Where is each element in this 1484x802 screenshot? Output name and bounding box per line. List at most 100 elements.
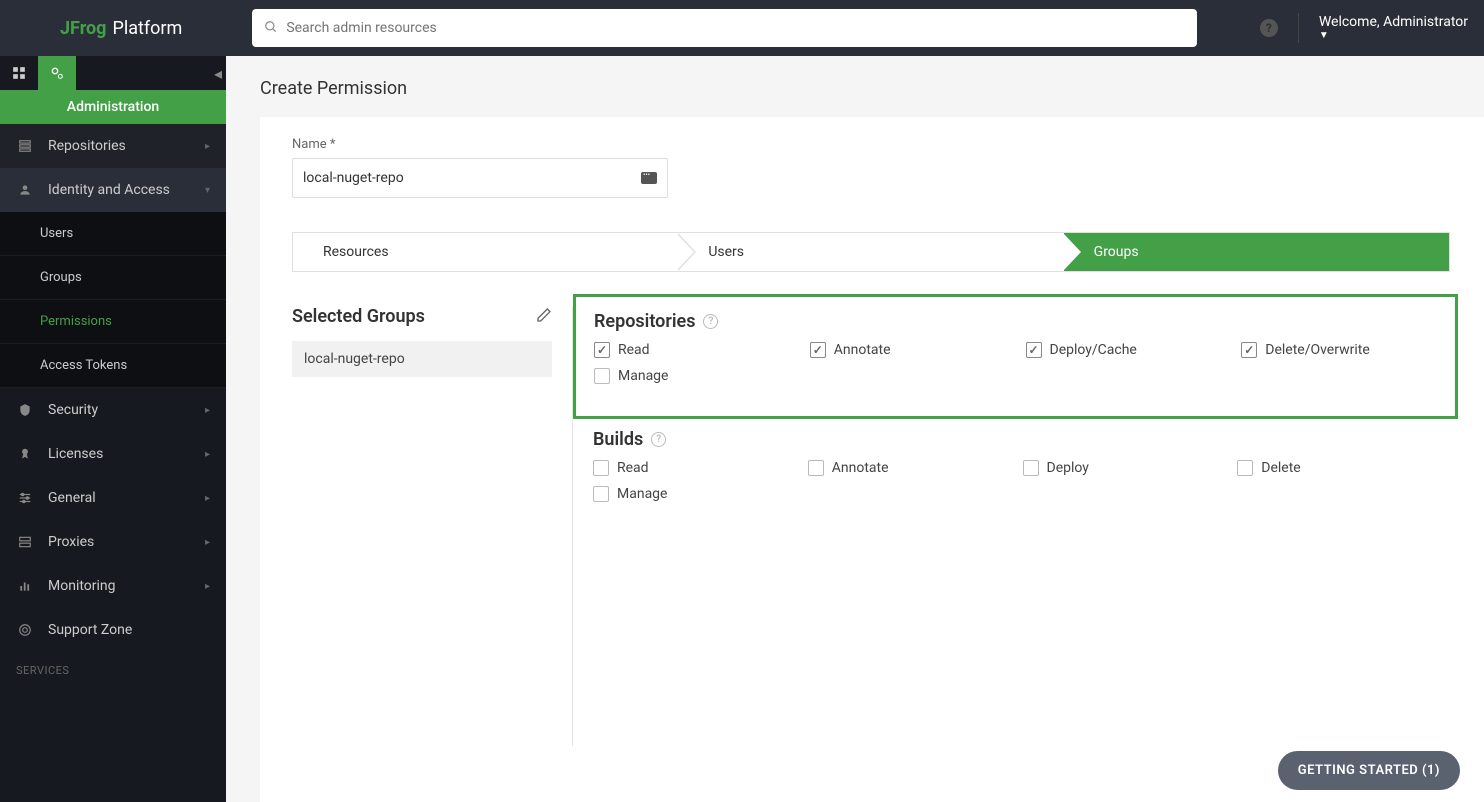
step-arrow-icon — [1063, 233, 1081, 271]
nav-proxies[interactable]: Proxies ▸ — [0, 520, 226, 564]
chevron-right-icon: ▸ — [205, 537, 210, 548]
logo-product: Platform — [112, 18, 182, 39]
nav-security[interactable]: Security ▸ — [0, 388, 226, 432]
sidebar-tabs: ◂ — [0, 56, 226, 90]
nav-label: Repositories — [48, 138, 126, 154]
perm-label: Read — [617, 460, 649, 476]
selected-groups-panel: Selected Groups local-nuget-repo — [292, 306, 552, 746]
admin-section-label: Administration — [0, 90, 226, 124]
name-field-section: Name * — [260, 137, 1450, 198]
repositories-highlight: Repositories ? Read Annotate Deploy/Cach… — [573, 294, 1458, 419]
perm-label: Deploy/Cache — [1050, 342, 1137, 358]
name-input-wrap[interactable] — [292, 158, 668, 198]
sub-users[interactable]: Users — [0, 212, 226, 256]
main-content: Create Permission Name * Resources Users — [226, 56, 1484, 802]
nav-repositories[interactable]: Repositories ▸ — [0, 124, 226, 168]
perm-repo-delete[interactable]: Delete/Overwrite — [1241, 342, 1437, 358]
getting-started-button[interactable]: GETTING STARTED (1) — [1278, 751, 1460, 790]
user-icon — [16, 183, 34, 197]
server-icon — [16, 535, 34, 549]
step-resources[interactable]: Resources — [293, 233, 678, 271]
step-label: Resources — [323, 244, 389, 260]
sub-identity-list: Users Groups Permissions Access Tokens — [0, 212, 226, 388]
selected-group-item[interactable]: local-nuget-repo — [292, 341, 552, 377]
step-label: Users — [708, 244, 744, 260]
collapse-icon[interactable]: ◂ — [214, 64, 222, 83]
pencil-icon[interactable] — [536, 307, 552, 327]
perm-build-annotate[interactable]: Annotate — [808, 460, 1003, 476]
chevron-right-icon: ▸ — [205, 405, 210, 416]
perm-build-delete[interactable]: Delete — [1237, 460, 1432, 476]
nav-licenses[interactable]: Licenses ▸ — [0, 432, 226, 476]
step-users[interactable]: Users — [678, 233, 1063, 271]
checkbox-icon — [808, 460, 824, 476]
content-panel: Name * Resources Users Groups — [260, 117, 1484, 802]
perm-label: Annotate — [834, 342, 891, 358]
help-icon[interactable]: ? — [703, 314, 718, 329]
permissions-grid: Repositories ? Read Annotate Deploy/Cach… — [593, 306, 1450, 746]
checkbox-icon — [1023, 460, 1039, 476]
badge-icon — [16, 447, 34, 461]
perm-repo-annotate[interactable]: Annotate — [810, 342, 1006, 358]
name-input[interactable] — [303, 170, 641, 186]
nav-monitoring[interactable]: Monitoring ▸ — [0, 564, 226, 608]
chevron-right-icon: ▸ — [205, 581, 210, 592]
step-groups[interactable]: Groups — [1064, 233, 1449, 271]
repositories-title: Repositories ? — [594, 311, 1437, 332]
gears-icon — [49, 65, 65, 81]
perm-repo-read[interactable]: Read — [594, 342, 790, 358]
logo[interactable]: JFrog Platform — [60, 18, 182, 39]
perm-build-deploy[interactable]: Deploy — [1023, 460, 1218, 476]
selected-groups-title: Selected Groups — [292, 306, 425, 327]
nav-list: Repositories ▸ Identity and Access ▾ Use… — [0, 124, 226, 802]
header: JFrog Platform ? Welcome, Administrator … — [0, 0, 1484, 56]
help-icon[interactable]: ? — [1260, 19, 1278, 37]
welcome-label: Welcome, Administrator — [1319, 14, 1468, 31]
search-input[interactable] — [286, 20, 1185, 36]
section-title-text: Repositories — [594, 311, 695, 332]
perm-label: Delete/Overwrite — [1265, 342, 1370, 358]
chevron-down-icon: ▼ — [1319, 30, 1329, 42]
sidebar-tab-app[interactable] — [0, 56, 38, 90]
nav-label: Monitoring — [48, 578, 116, 594]
builds-title: Builds ? — [593, 429, 1432, 450]
dots-icon[interactable] — [641, 172, 657, 184]
nav-support[interactable]: Support Zone — [0, 608, 226, 652]
perm-label: Annotate — [832, 460, 889, 476]
permissions-area: Selected Groups local-nuget-repo Reposit… — [260, 306, 1450, 746]
services-label: SERVICES — [0, 652, 226, 685]
sub-permissions[interactable]: Permissions — [0, 300, 226, 344]
search-icon — [264, 19, 278, 38]
search-wrap[interactable] — [252, 9, 1197, 47]
checkbox-icon — [1237, 460, 1253, 476]
nav-identity[interactable]: Identity and Access ▾ — [0, 168, 226, 212]
name-label: Name * — [292, 137, 1450, 152]
nav-label: General — [48, 490, 96, 506]
help-icon[interactable]: ? — [651, 432, 666, 447]
checkbox-icon — [1241, 342, 1257, 358]
builds-perm-row: Read Annotate Deploy Delete Manage — [593, 460, 1432, 502]
logo-brand: JFrog — [60, 18, 106, 39]
perm-build-manage[interactable]: Manage — [593, 486, 788, 502]
perm-repo-deploy[interactable]: Deploy/Cache — [1026, 342, 1222, 358]
selected-groups-header: Selected Groups — [292, 306, 552, 327]
perm-repo-manage[interactable]: Manage — [594, 368, 790, 384]
header-right: ? Welcome, Administrator ▼ — [1260, 13, 1468, 43]
nav-label: Support Zone — [48, 622, 132, 638]
sidebar-tab-admin[interactable] — [38, 56, 76, 90]
page-title: Create Permission — [226, 56, 1484, 117]
perm-build-read[interactable]: Read — [593, 460, 788, 476]
nav-label: Proxies — [48, 534, 94, 550]
sub-groups[interactable]: Groups — [0, 256, 226, 300]
step-label: Groups — [1094, 244, 1139, 260]
perm-label: Deploy — [1047, 460, 1089, 476]
nav-general[interactable]: General ▸ — [0, 476, 226, 520]
repositories-section: Repositories ? Read Annotate Deploy/Cach… — [594, 311, 1437, 384]
search-box — [252, 9, 1197, 47]
perm-label: Manage — [618, 368, 668, 384]
checkbox-icon — [594, 342, 610, 358]
sub-access-tokens[interactable]: Access Tokens — [0, 344, 226, 388]
perm-label: Manage — [617, 486, 667, 502]
welcome-user[interactable]: Welcome, Administrator ▼ — [1319, 14, 1468, 43]
perm-label: Read — [618, 342, 650, 358]
